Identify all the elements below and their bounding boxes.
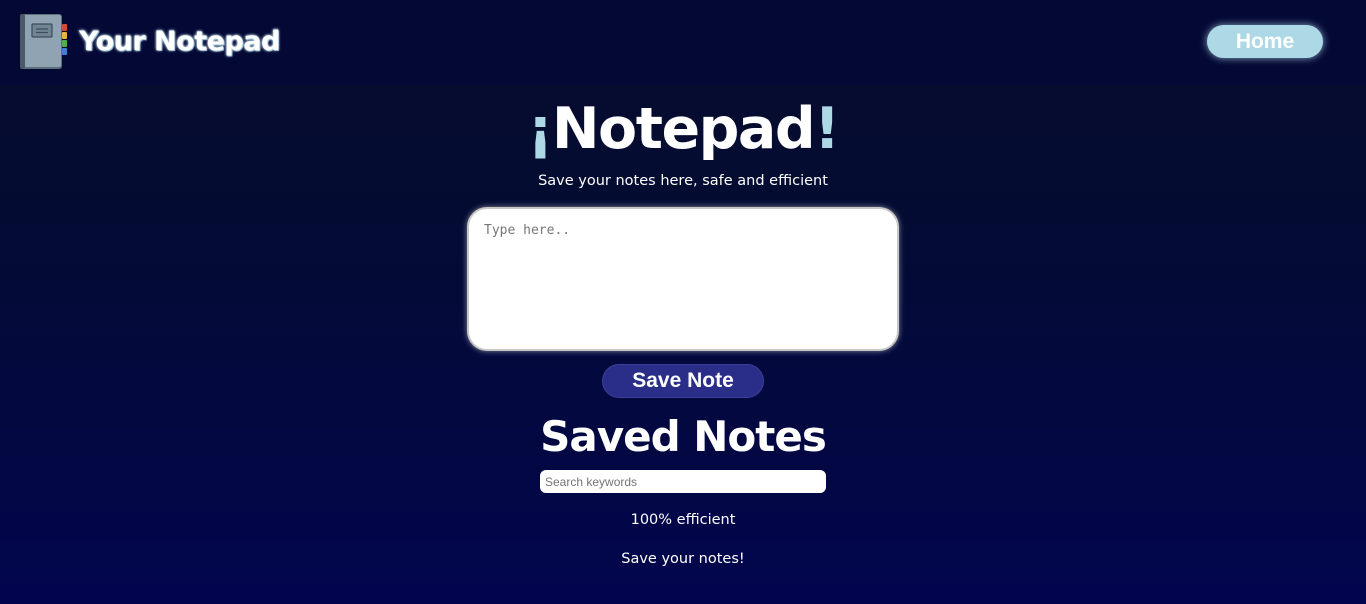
save-note-button[interactable]: Save Note: [602, 364, 764, 398]
brand[interactable]: Your Notepad: [18, 13, 280, 70]
saved-note-item: 100% efficient: [630, 512, 736, 528]
top-navbar: Your Notepad Home: [0, 0, 1366, 85]
saved-notes-heading: Saved Notes: [540, 412, 827, 461]
page-title: ¡Notepad!: [0, 93, 1366, 165]
brand-title: Your Notepad: [79, 26, 280, 57]
search-input[interactable]: [540, 470, 826, 493]
home-button[interactable]: Home: [1207, 25, 1323, 58]
saved-note-item: Save your notes!: [621, 551, 745, 567]
title-open-punctuation: ¡: [527, 96, 553, 162]
title-word: Notepad: [551, 96, 816, 162]
page-subtitle: Save your notes here, safe and efficient: [538, 173, 828, 189]
note-textarea[interactable]: [467, 207, 899, 351]
notebook-icon: [20, 14, 67, 69]
title-close-punctuation: !: [814, 96, 840, 162]
